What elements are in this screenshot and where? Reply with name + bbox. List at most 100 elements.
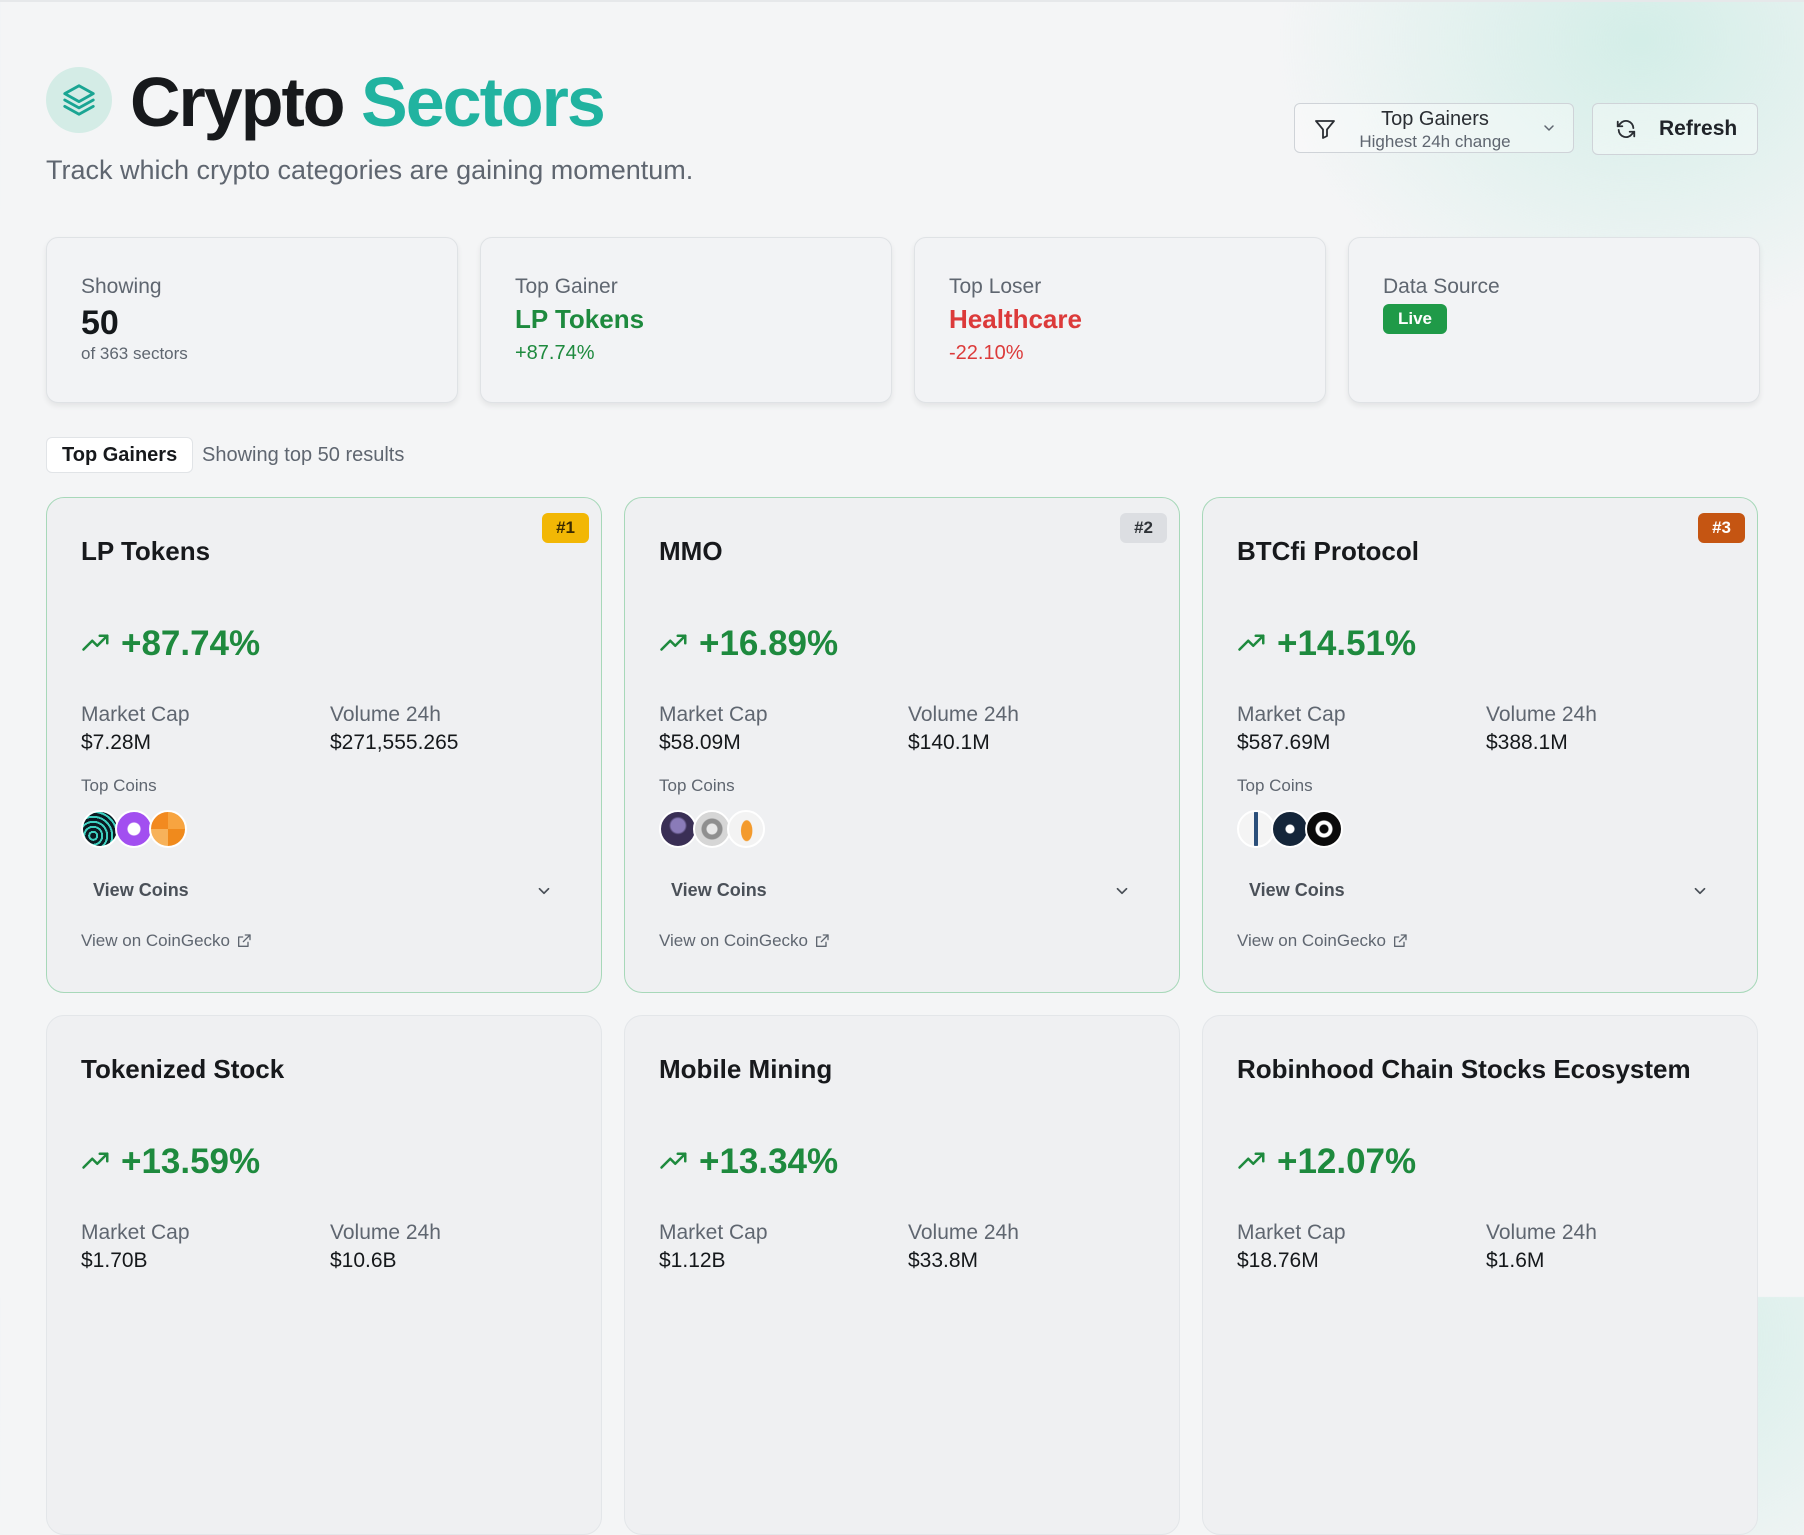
top-coins-list (659, 810, 765, 848)
sector-name: Mobile Mining (659, 1054, 833, 1084)
stat-card-showing: Showing 50 of 363 sectors (46, 237, 458, 403)
stat-label: Top Loser (949, 275, 1042, 298)
top-loser-change: -22.10% (949, 342, 1024, 364)
volume-value: $1.6M (1486, 1249, 1545, 1272)
market-cap-value: $587.69M (1237, 731, 1331, 754)
filter-selected-label: Top Gainers (1381, 108, 1489, 130)
trending-up-icon (1237, 627, 1267, 662)
trending-up-icon (81, 627, 111, 662)
trending-up-icon (81, 1145, 111, 1180)
chevron-down-icon[interactable] (1691, 882, 1709, 905)
coin-logo[interactable] (81, 810, 119, 848)
coingecko-link[interactable]: View on CoinGecko (659, 931, 830, 951)
volume-value: $140.1M (908, 731, 990, 754)
refresh-button[interactable]: Refresh (1592, 103, 1758, 155)
market-cap-label: Market Cap (81, 703, 190, 726)
top-gainer-name: LP Tokens (515, 304, 645, 334)
coingecko-link[interactable]: View on CoinGecko (1237, 931, 1408, 951)
change-percent: +13.34% (699, 1142, 839, 1181)
top-loser-name: Healthcare (949, 304, 1082, 334)
volume-label: Volume 24h (908, 1221, 1019, 1244)
rank-badge: #2 (1120, 513, 1167, 543)
coin-logo[interactable] (1237, 810, 1275, 848)
stat-card-top-loser: Top Loser Healthcare -22.10% (914, 237, 1326, 403)
rank-badge: #3 (1698, 513, 1745, 543)
market-cap-label: Market Cap (659, 1221, 768, 1244)
top-coins-label: Top Coins (1237, 776, 1313, 795)
view-coins-toggle[interactable]: View Coins (1249, 880, 1345, 901)
market-cap-label: Market Cap (1237, 1221, 1346, 1244)
volume-value: $388.1M (1486, 731, 1568, 754)
trending-up-icon (659, 627, 689, 662)
sector-name: LP Tokens (81, 536, 211, 566)
sector-name: MMO (659, 536, 723, 566)
coin-logo[interactable] (149, 810, 187, 848)
external-link-icon (814, 933, 830, 949)
stat-label: Data Source (1383, 275, 1500, 298)
stat-card-data-source: Data Source Live (1348, 237, 1760, 403)
change-row: +16.89% (659, 624, 838, 664)
change-percent: +12.07% (1277, 1142, 1417, 1181)
volume-value: $271,555.265 (330, 731, 459, 754)
trending-up-icon (1237, 1145, 1267, 1180)
change-row: +87.74% (81, 624, 260, 664)
volume-value: $33.8M (908, 1249, 979, 1272)
coin-logo[interactable] (115, 810, 153, 848)
coingecko-link-label: View on CoinGecko (81, 931, 230, 950)
sector-card[interactable]: MMO #2 +16.89% Market Cap $58.09M Volume… (624, 497, 1180, 993)
results-info: Showing top 50 results (202, 444, 405, 466)
market-cap-value: $58.09M (659, 731, 741, 754)
sector-name: Robinhood Chain Stocks Ecosystem (1237, 1054, 1691, 1084)
top-coins-list (81, 810, 187, 848)
stat-card-top-gainer: Top Gainer LP Tokens +87.74% (480, 237, 892, 403)
coin-logo[interactable] (693, 810, 731, 848)
refresh-icon (1615, 118, 1637, 140)
stat-label: Top Gainer (515, 275, 618, 298)
volume-label: Volume 24h (908, 703, 1019, 726)
change-percent: +14.51% (1277, 624, 1417, 663)
live-badge: Live (1383, 304, 1448, 334)
top-border (0, 0, 1804, 2)
trending-up-icon (659, 1145, 689, 1180)
external-link-icon (236, 933, 252, 949)
coin-logo[interactable] (727, 810, 765, 848)
view-coins-toggle[interactable]: View Coins (671, 880, 767, 901)
sector-card[interactable]: Mobile Mining +13.34% Market Cap $1.12B … (624, 1015, 1180, 1535)
market-cap-label: Market Cap (81, 1221, 190, 1244)
sort-filter-dropdown[interactable]: Top Gainers Highest 24h change (1294, 103, 1574, 153)
chevron-down-icon[interactable] (1113, 882, 1131, 905)
stat-label: Showing (81, 275, 162, 298)
volume-label: Volume 24h (1486, 1221, 1597, 1244)
sector-card[interactable]: Robinhood Chain Stocks Ecosystem +12.07%… (1202, 1015, 1758, 1535)
change-row: +12.07% (1237, 1142, 1416, 1182)
coingecko-link-label: View on CoinGecko (659, 931, 808, 950)
top-coins-list (1237, 810, 1343, 848)
page-subtitle: Track which crypto categories are gainin… (46, 155, 694, 185)
market-cap-value: $18.76M (1237, 1249, 1319, 1272)
page-title: Crypto Sectors (130, 63, 606, 141)
top-coins-label: Top Coins (659, 776, 735, 795)
coin-logo[interactable] (1271, 810, 1309, 848)
chevron-down-icon (1541, 120, 1557, 141)
layers-icon (46, 67, 112, 133)
coin-logo[interactable] (1305, 810, 1343, 848)
tab-top-gainers[interactable]: Top Gainers (46, 437, 194, 473)
coin-logo[interactable] (659, 810, 697, 848)
change-percent: +16.89% (699, 624, 839, 663)
market-cap-label: Market Cap (659, 703, 768, 726)
market-cap-value: $1.12B (659, 1249, 726, 1272)
volume-label: Volume 24h (330, 1221, 441, 1244)
sector-card[interactable]: LP Tokens #1 +87.74% Market Cap $7.28M V… (46, 497, 602, 993)
sector-card[interactable]: BTCfi Protocol #3 +14.51% Market Cap $58… (1202, 497, 1758, 993)
rank-badge: #1 (542, 513, 589, 543)
market-cap-value: $1.70B (81, 1249, 148, 1272)
refresh-label: Refresh (1659, 117, 1738, 140)
stat-value: 50 (81, 304, 119, 342)
change-row: +14.51% (1237, 624, 1416, 664)
top-coins-label: Top Coins (81, 776, 157, 795)
coingecko-link[interactable]: View on CoinGecko (81, 931, 252, 951)
chevron-down-icon[interactable] (535, 882, 553, 905)
view-coins-toggle[interactable]: View Coins (93, 880, 189, 901)
sector-card[interactable]: Tokenized Stock +13.59% Market Cap $1.70… (46, 1015, 602, 1535)
market-cap-value: $7.28M (81, 731, 152, 754)
